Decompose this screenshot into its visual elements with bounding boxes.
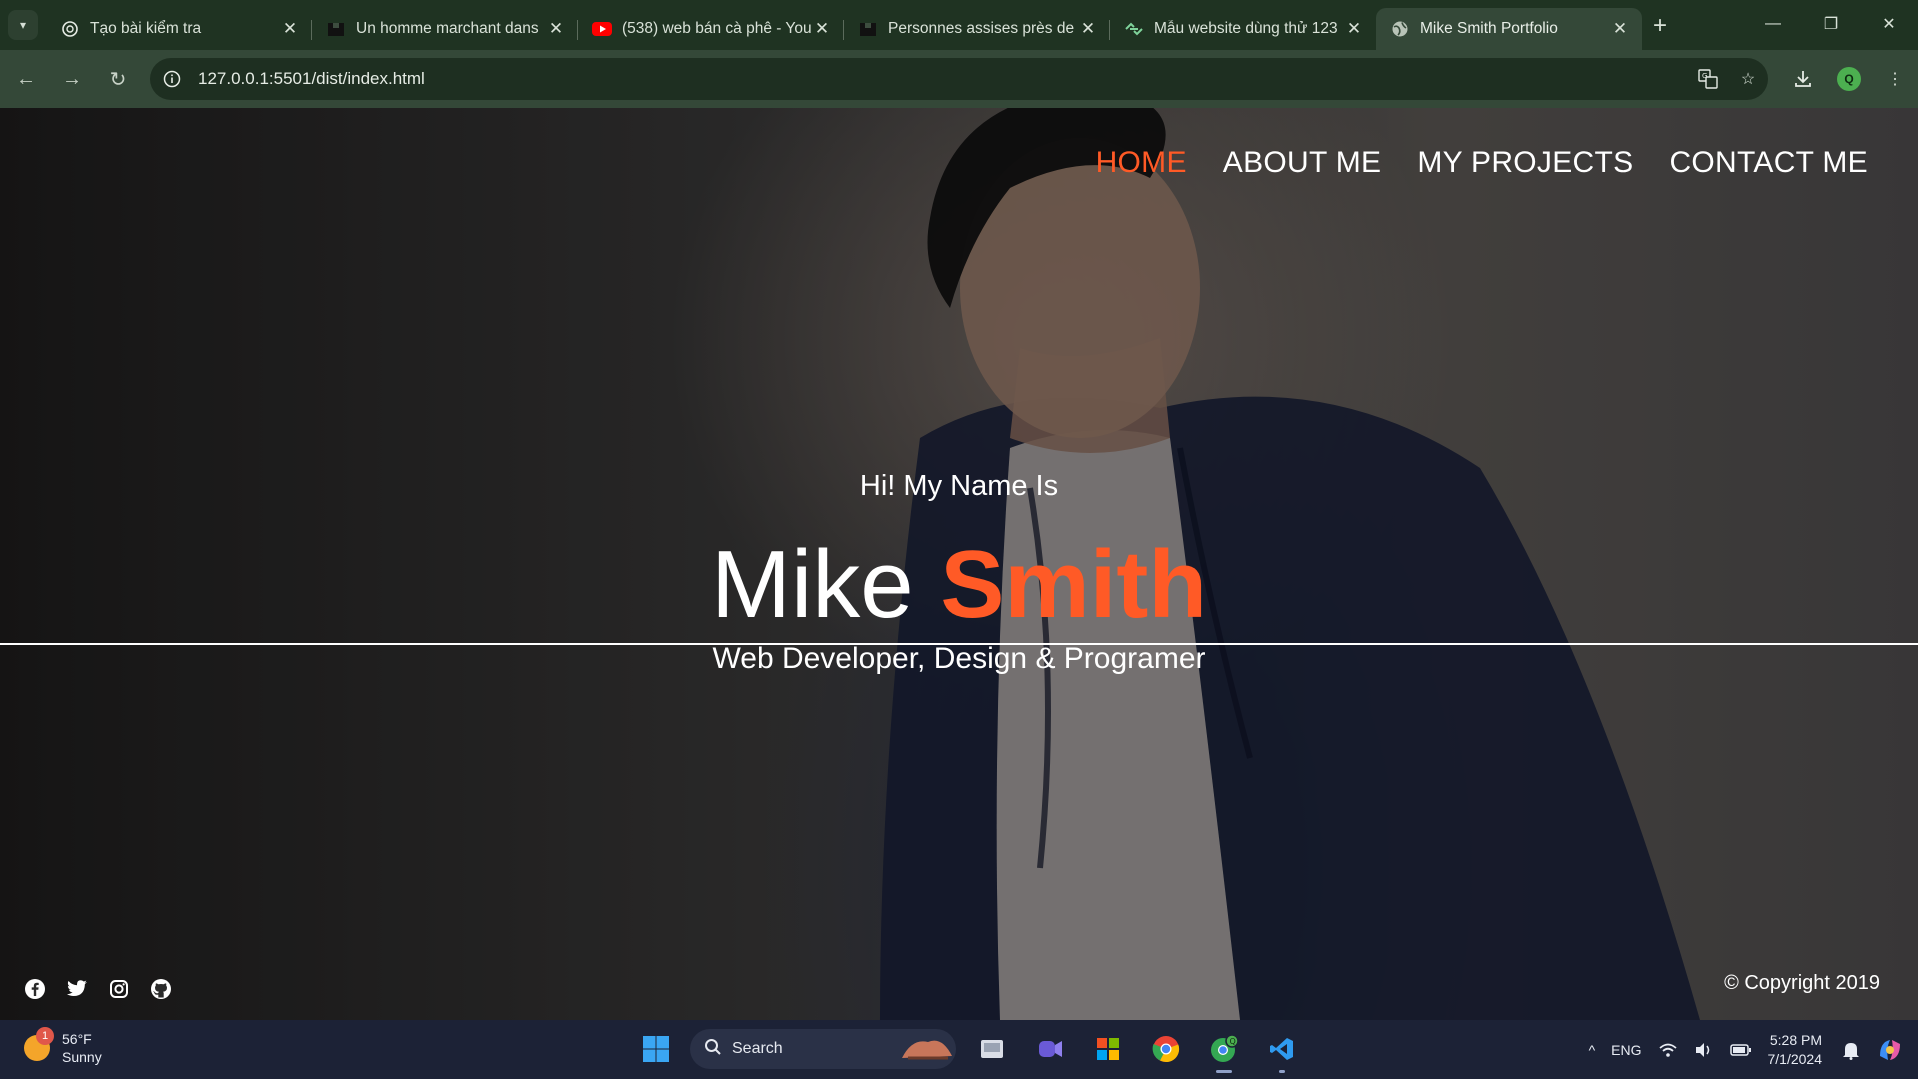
tab-title: Mẫu website dùng thử 123 bbox=[1154, 20, 1338, 37]
taskbar-search[interactable]: Search bbox=[690, 1029, 956, 1069]
nav-about-link[interactable]: ABOUT ME bbox=[1223, 146, 1382, 180]
translate-icon[interactable]: G bbox=[1688, 69, 1728, 89]
battery-icon[interactable] bbox=[1729, 1043, 1752, 1057]
facebook-icon[interactable] bbox=[24, 978, 46, 1000]
hero-role: Web Developer, Design & Programer bbox=[712, 642, 1206, 675]
vscode-icon[interactable] bbox=[1260, 1029, 1304, 1073]
bookmark-star-icon[interactable]: ☆ bbox=[1728, 69, 1768, 89]
clock-date: 7/1/2024 bbox=[1767, 1050, 1823, 1067]
close-icon[interactable]: ✕ bbox=[812, 19, 832, 39]
hero-first-name: Mike bbox=[710, 531, 914, 638]
nav-projects-link[interactable]: MY PROJECTS bbox=[1417, 146, 1633, 180]
openai-icon bbox=[60, 19, 80, 39]
tab-1[interactable]: Un homme marchant dans ✕ bbox=[312, 8, 578, 50]
search-icon bbox=[704, 1038, 722, 1061]
svg-text:G: G bbox=[1702, 72, 1707, 80]
close-icon[interactable]: ✕ bbox=[1344, 19, 1364, 39]
system-clock[interactable]: 5:28 PM 7/1/2024 bbox=[1768, 1031, 1823, 1069]
close-icon[interactable]: ✕ bbox=[280, 19, 300, 39]
nav-contact-link[interactable]: CONTACT ME bbox=[1669, 146, 1868, 180]
forward-icon[interactable]: → bbox=[52, 59, 92, 99]
clock-time: 5:28 PM bbox=[1769, 1031, 1822, 1048]
running-indicator bbox=[1279, 1070, 1285, 1073]
profile-avatar[interactable]: Q bbox=[1826, 67, 1872, 91]
tab-title: (538) web bán cà phê - You bbox=[622, 20, 812, 37]
tab-title: Un homme marchant dans bbox=[356, 20, 539, 37]
tab-4[interactable]: Mẫu website dùng thử 123 ✕ bbox=[1110, 8, 1376, 50]
chevron-up-icon[interactable]: ^ bbox=[1589, 1042, 1596, 1058]
tab-title: Mike Smith Portfolio bbox=[1420, 20, 1558, 37]
wifi-icon[interactable] bbox=[1658, 1042, 1678, 1058]
minimize-icon[interactable]: — bbox=[1744, 0, 1802, 48]
teams-meet-icon[interactable] bbox=[1028, 1029, 1072, 1069]
address-bar[interactable]: 127.0.0.1:5501/dist/index.html G ☆ bbox=[150, 58, 1768, 100]
tab-search-button[interactable]: ▾ bbox=[8, 10, 38, 40]
running-indicator bbox=[1216, 1070, 1232, 1073]
taskbar-apps: Search Q bbox=[636, 1029, 1304, 1073]
volume-icon[interactable] bbox=[1694, 1042, 1714, 1058]
github-icon[interactable] bbox=[150, 978, 172, 1000]
hero-greeting: Hi! My Name Is bbox=[859, 470, 1059, 502]
close-icon[interactable]: ✕ bbox=[546, 19, 566, 39]
weather-temp: 56°F bbox=[62, 1031, 92, 1047]
tab-3[interactable]: Personnes assises près de l ✕ bbox=[844, 8, 1110, 50]
download-icon[interactable] bbox=[1780, 69, 1826, 89]
weather-text: 56°F Sunny bbox=[62, 1030, 102, 1066]
weather-desc: Sunny bbox=[62, 1049, 102, 1065]
menu-kebab-icon[interactable]: ⋮ bbox=[1872, 69, 1918, 89]
windows-start-icon[interactable] bbox=[636, 1029, 676, 1069]
system-tray: ^ ENG 5:28 PM 7/1/2024 bbox=[1581, 1020, 1918, 1079]
tab-title: Personnes assises près de l bbox=[888, 20, 1078, 37]
tab-strip: ▾ Tạo bài kiểm tra ✕ Un homme marchant d… bbox=[0, 0, 1918, 50]
social-links bbox=[24, 978, 172, 1000]
twitter-icon[interactable] bbox=[66, 978, 88, 1000]
copilot-icon[interactable] bbox=[1876, 1036, 1904, 1064]
url-text[interactable]: 127.0.0.1:5501/dist/index.html bbox=[198, 69, 1688, 89]
close-window-icon[interactable]: ✕ bbox=[1860, 0, 1918, 48]
close-icon[interactable]: ✕ bbox=[1610, 19, 1630, 39]
weather-badge: 1 bbox=[36, 1027, 54, 1045]
notification-bell-icon[interactable] bbox=[1842, 1040, 1860, 1060]
chrome-icon[interactable] bbox=[1144, 1029, 1188, 1069]
toolbar-actions: Q ⋮ bbox=[1780, 50, 1918, 108]
search-label: Search bbox=[732, 1040, 783, 1057]
back-icon[interactable]: ← bbox=[6, 59, 46, 99]
store-app-icon[interactable] bbox=[1086, 1029, 1130, 1069]
taskbar: 1 56°F Sunny Search Q ^ ENG 5:28 PM 7/1/… bbox=[0, 1020, 1918, 1079]
unsplash-icon bbox=[858, 19, 878, 39]
profile-initial: Q bbox=[1837, 67, 1861, 91]
tab-0[interactable]: Tạo bài kiểm tra ✕ bbox=[46, 8, 312, 50]
language-indicator[interactable]: ENG bbox=[1611, 1042, 1641, 1058]
file-explorer-icon[interactable] bbox=[970, 1029, 1014, 1069]
unsplash-icon bbox=[326, 19, 346, 39]
instagram-icon[interactable] bbox=[108, 978, 130, 1000]
weather-widget[interactable]: 1 56°F Sunny bbox=[24, 1027, 102, 1066]
hero-name: Mike Smith bbox=[0, 520, 1918, 650]
search-highlight-image bbox=[898, 1032, 956, 1067]
link-icon bbox=[1124, 19, 1144, 39]
tab-5-active[interactable]: Mike Smith Portfolio ✕ bbox=[1376, 8, 1642, 50]
copyright-text: © Copyright 2019 bbox=[1724, 972, 1880, 994]
nav-home-link[interactable]: HOME bbox=[1096, 146, 1187, 180]
globe-icon bbox=[1390, 19, 1410, 39]
weather-sun-icon: 1 bbox=[24, 1027, 54, 1061]
chrome-profile-icon[interactable]: Q bbox=[1202, 1029, 1246, 1073]
hero-last-name: Smith bbox=[940, 531, 1208, 638]
window-controls: — ❐ ✕ bbox=[1744, 0, 1918, 48]
reload-icon[interactable]: ↻ bbox=[98, 59, 138, 99]
chrome-badge: Q bbox=[1230, 1037, 1236, 1046]
restore-icon[interactable]: ❐ bbox=[1802, 0, 1860, 48]
youtube-icon bbox=[592, 19, 612, 39]
close-icon[interactable]: ✕ bbox=[1078, 19, 1098, 39]
page-viewport: HOME ABOUT ME MY PROJECTS CONTACT ME Hi!… bbox=[0, 108, 1918, 1020]
tab-title: Tạo bài kiểm tra bbox=[90, 20, 202, 37]
main-nav: HOME ABOUT ME MY PROJECTS CONTACT ME bbox=[1096, 146, 1868, 180]
tab-2[interactable]: (538) web bán cà phê - You ✕ bbox=[578, 8, 844, 50]
new-tab-button[interactable]: + bbox=[1642, 8, 1678, 44]
chevron-down-icon: ▾ bbox=[19, 18, 27, 32]
browser-toolbar: ← → ↻ 127.0.0.1:5501/dist/index.html G ☆… bbox=[0, 50, 1918, 108]
site-info-icon[interactable] bbox=[152, 70, 192, 88]
